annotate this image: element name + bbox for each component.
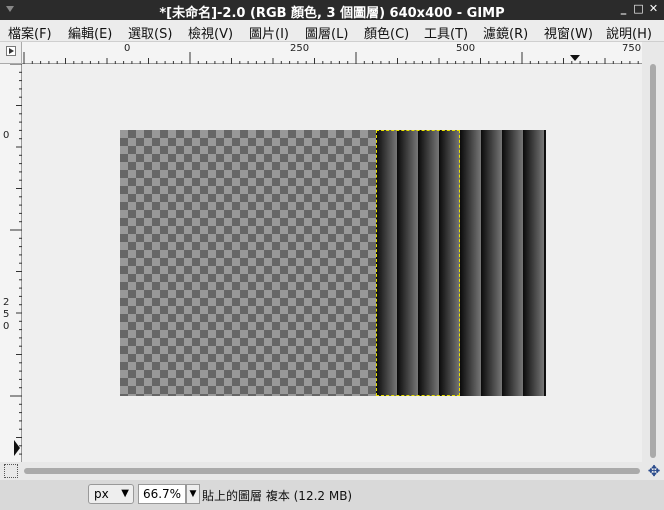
menu-colors[interactable]: 顏色(C) [364,23,409,42]
menu-help[interactable]: 說明(H) [606,23,652,42]
vertical-ruler-ticks [10,64,22,456]
vertical-scrollbar[interactable] [642,42,664,462]
menubar: 檔案(F) 編輯(E) 選取(S) 檢視(V) 圖片(I) 圖層(L) 顏色(C… [0,20,664,42]
menu-select[interactable]: 選取(S) [128,23,172,42]
vertical-ruler[interactable]: 0 2 5 0 [0,64,22,462]
zoom-input[interactable]: 66.7% [138,484,186,504]
horizontal-ruler-ticks [23,52,639,64]
menu-tools[interactable]: 工具(T) [424,23,468,42]
status-bar: px ▼ 66.7% ▼ 貼上的圖層 複本 (12.2 MB) [0,480,664,510]
window-title: *[未命名]-2.0 (RGB 顏色, 3 個圖層) 640x400 - GIM… [159,6,505,21]
hruler-label-250: 250 [290,43,310,54]
vertical-scrollbar-thumb[interactable] [650,64,656,458]
vruler-label-250-a: 2 [3,297,10,308]
menu-windows[interactable]: 視窗(W) [544,23,593,42]
vruler-label-250-c: 0 [3,321,10,332]
menu-layer[interactable]: 圖層(L) [305,23,348,42]
pointer-marker-icon [570,55,580,61]
ruler-corner-icon [6,46,16,56]
hruler-label-750: 750 [622,43,642,54]
menu-file[interactable]: 檔案(F) [8,23,52,42]
horizontal-scrollbar-thumb[interactable] [24,468,640,474]
menu-filters[interactable]: 濾鏡(R) [483,23,528,42]
close-button[interactable]: ✕ [647,2,660,16]
vruler-label-250-b: 5 [3,309,10,320]
selection-marquee[interactable] [376,130,460,396]
chevron-down-icon: ▼ [121,488,129,499]
menu-image[interactable]: 圖片(I) [249,23,289,42]
unit-select[interactable]: px ▼ [88,484,134,504]
zoom-dropdown-button[interactable]: ▼ [186,484,200,504]
navigate-icon[interactable]: ✥ [646,462,662,480]
minimize-button[interactable]: _ [617,2,630,16]
status-message: 貼上的圖層 複本 (12.2 MB) [202,489,353,503]
hruler-label-500: 500 [456,43,476,54]
hruler-label-0: 0 [124,43,131,54]
horizontal-scrollbar[interactable] [0,462,664,480]
menu-edit[interactable]: 編輯(E) [68,23,112,42]
image[interactable] [120,130,546,396]
menu-view[interactable]: 檢視(V) [188,23,233,42]
window-titlebar[interactable]: *[未命名]-2.0 (RGB 顏色, 3 個圖層) 640x400 - GIM… [0,0,664,21]
base-layer-stripes [460,130,546,396]
vruler-label-0: 0 [3,130,10,141]
quickmask-icon[interactable] [4,464,18,478]
image-canvas[interactable] [22,64,642,462]
unit-value: px [94,487,109,501]
ruler-corner-button[interactable] [0,42,22,64]
maximize-button[interactable]: □ [632,2,645,16]
horizontal-ruler[interactable]: 0 250 500 750 [22,42,642,64]
